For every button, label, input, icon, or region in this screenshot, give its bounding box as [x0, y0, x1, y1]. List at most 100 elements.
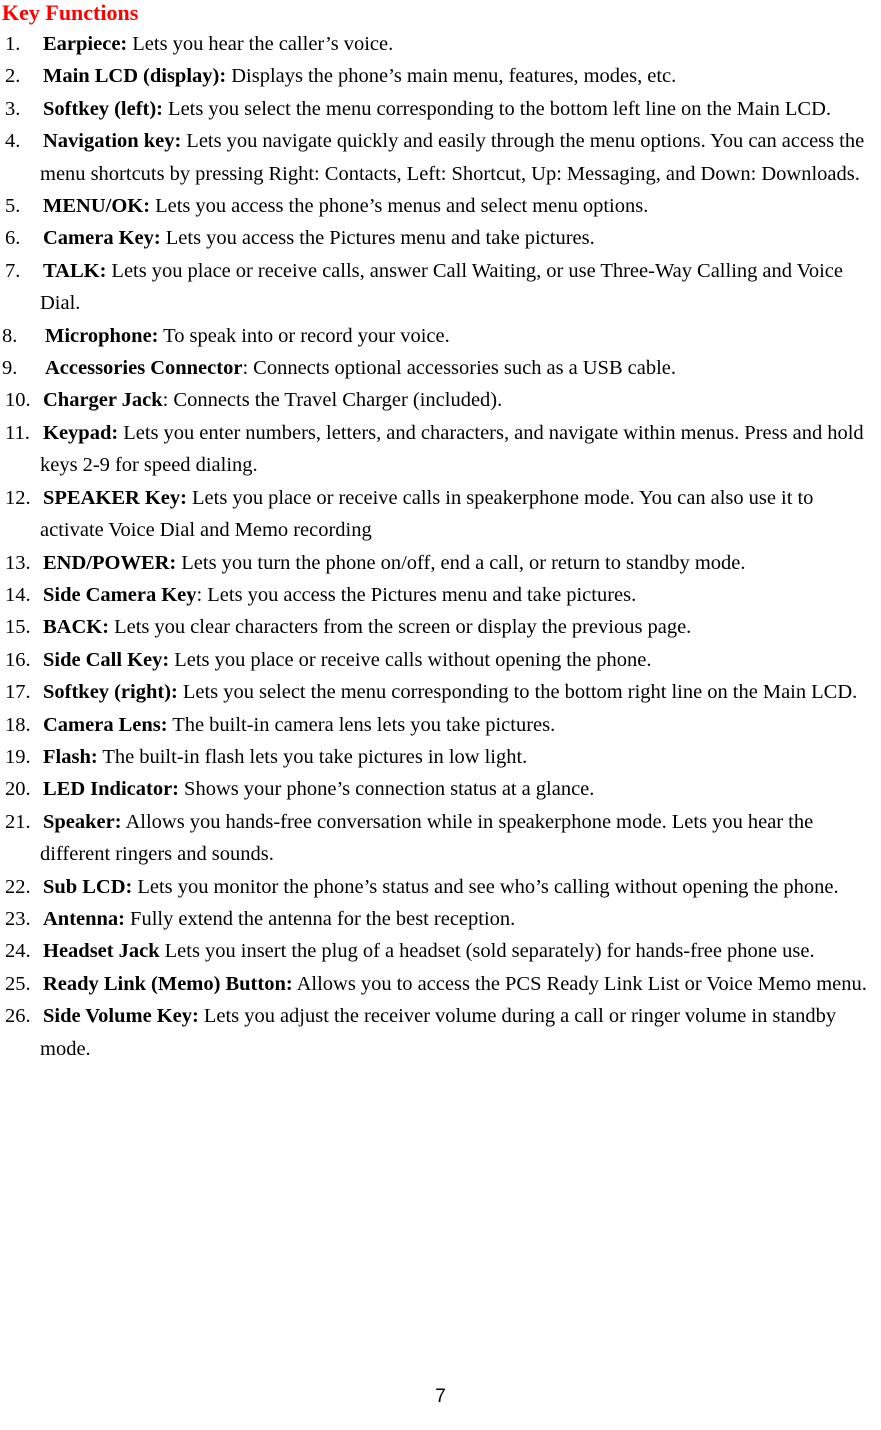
list-item: 1. Earpiece: Lets you hear the caller’s v…	[2, 28, 872, 60]
list-item: 14. Side Camera Key: Lets you access the …	[2, 579, 872, 611]
list-item-term: Side Call Key:	[43, 648, 170, 671]
list-item-description: Lets you access the Pictures menu and ta…	[160, 227, 595, 250]
list-item: 24. Headset Jack Lets you insert the plug…	[2, 935, 872, 967]
list-item-term: Headset Jack	[43, 940, 160, 963]
list-item-number: 13.	[5, 551, 31, 574]
list-item-description: Lets you monitor the phone’s status and …	[132, 875, 839, 898]
list-item-term: Main LCD (display):	[43, 65, 227, 88]
list-item-description: Lets you select the menu corresponding t…	[163, 97, 832, 120]
list-item-description: : Connects optional accessories such as …	[242, 357, 677, 380]
document-page: Key Functions 1. Earpiece: Lets you hear …	[0, 0, 881, 1430]
list-item-description: Allows you to access the PCS Ready Link …	[292, 972, 867, 995]
list-item-number: 14.	[5, 583, 31, 606]
list-item-description: Shows your phone’s connection status at …	[179, 778, 595, 801]
list-item-description: Lets you insert the plug of a headset (s…	[159, 940, 815, 963]
list-item: 15. BACK: Lets you clear characters from …	[2, 611, 872, 643]
list-item-term: SPEAKER Key:	[43, 486, 187, 509]
list-item-description: Lets you turn the phone on/off, end a ca…	[176, 551, 746, 574]
list-item-term: Sub LCD:	[43, 875, 133, 898]
key-functions-list: 1. Earpiece: Lets you hear the caller’s v…	[2, 28, 872, 1065]
list-item-number: 2.	[5, 65, 21, 88]
page-number: 7	[435, 1386, 446, 1407]
list-item-number: 8.	[2, 324, 18, 347]
list-item-number: 9.	[2, 357, 18, 380]
list-item-term: Microphone:	[45, 324, 159, 347]
list-item: 2. Main LCD (display): Displays the phone…	[2, 60, 872, 92]
list-item-number: 12.	[5, 486, 31, 509]
list-item-description: Fully extend the antenna for the best re…	[125, 907, 516, 930]
list-item-term: Softkey (right):	[43, 681, 178, 704]
list-item-term: Speaker:	[43, 810, 122, 833]
list-item-number: 24.	[5, 940, 31, 963]
list-item-number: 25.	[5, 972, 31, 995]
list-item-number: 20.	[5, 778, 31, 801]
list-item-description: Lets you place or receive calls without …	[169, 648, 652, 671]
list-item-number: 11.	[5, 421, 30, 444]
list-item: 8. Microphone: To speak into or record yo…	[2, 320, 872, 352]
list-item-term: Side Camera Key	[43, 583, 197, 606]
list-item-term: LED Indicator:	[43, 778, 180, 801]
list-item: 7. TALK: Lets you place or receive calls,…	[2, 255, 872, 320]
list-item-number: 3.	[5, 97, 21, 120]
list-item-term: END/POWER:	[43, 551, 177, 574]
list-item-number: 7.	[5, 259, 21, 282]
list-item-description: Displays the phone’s main menu, features…	[226, 65, 677, 88]
list-item-description: Lets you hear the caller’s voice.	[127, 33, 394, 55]
list-item-number: 26.	[5, 1005, 31, 1028]
list-item: 10. Charger Jack: Connects the Travel Cha…	[2, 384, 872, 416]
list-item-description: : Lets you access the Pictures menu and …	[196, 583, 637, 606]
list-item: 4. Navigation key: Lets you navigate quic…	[2, 125, 872, 190]
list-item-number: 22.	[5, 875, 31, 898]
list-item: 23. Antenna: Fully extend the antenna for…	[2, 903, 872, 935]
list-item-term: Accessories Connector	[45, 357, 243, 380]
list-item: 26. Side Volume Key: Lets you adjust the …	[2, 1000, 872, 1065]
list-item-term: Camera Lens:	[43, 713, 168, 736]
list-item: 11. Keypad: Lets you enter numbers, lette…	[2, 417, 872, 482]
list-item-description: The built-in flash lets you take picture…	[97, 745, 528, 768]
list-item-term: Charger Jack	[43, 389, 163, 412]
list-item-description: Lets you place or receive calls, answer …	[40, 259, 843, 315]
list-item-number: 1.	[5, 33, 21, 55]
list-item: 3. Softkey (left): Lets you select the me…	[2, 93, 872, 125]
list-item-number: 10.	[5, 389, 31, 412]
list-item-term: Keypad:	[43, 421, 119, 444]
list-item: 21. Speaker: Allows you hands-free conver…	[2, 806, 872, 871]
list-item-number: 19.	[5, 745, 31, 768]
list-item: 6. Camera Key: Lets you access the Pictur…	[2, 222, 872, 254]
list-item: 5. MENU/OK: Lets you access the phone’s m…	[2, 190, 872, 222]
list-item-term: Softkey (left):	[43, 97, 164, 120]
list-item-number: 15.	[5, 616, 31, 639]
list-item-term: Camera Key:	[43, 227, 161, 250]
list-item-description: Lets you access the phone’s menus and se…	[150, 195, 649, 218]
page-title: Key Functions	[2, 0, 139, 25]
list-item-term: Side Volume Key:	[43, 1005, 199, 1028]
list-item-description: Lets you enter numbers, letters, and cha…	[40, 421, 864, 477]
list-item-number: 21.	[5, 810, 31, 833]
list-item-description: The built-in camera lens lets you take p…	[167, 713, 556, 736]
list-item: 25. Ready Link (Memo) Button: Allows you …	[2, 968, 872, 1000]
list-item: 18. Camera Lens: The built-in camera lens…	[2, 709, 872, 741]
list-item-number: 23.	[5, 907, 31, 930]
list-item: 9. Accessories Connector: Connects option…	[2, 352, 872, 384]
list-item: 19. Flash: The built-in flash lets you ta…	[2, 741, 872, 773]
list-item-term: MENU/OK:	[43, 195, 151, 218]
list-item: 17. Softkey (right): Lets you select the …	[2, 676, 872, 708]
list-item-number: 4.	[5, 130, 21, 153]
list-item-number: 5.	[5, 195, 21, 218]
list-item: 22. Sub LCD: Lets you monitor the phone’s…	[2, 871, 872, 903]
list-item-description: Allows you hands-free conversation while…	[40, 810, 814, 866]
list-item: 12. SPEAKER Key: Lets you place or receiv…	[2, 482, 872, 547]
list-item-term: Earpiece:	[43, 33, 128, 55]
list-item: 13. END/POWER: Lets you turn the phone on…	[2, 547, 872, 579]
list-item-number: 18.	[5, 713, 31, 736]
list-item-term: Ready Link (Memo) Button:	[43, 972, 293, 995]
list-item-term: Flash:	[43, 745, 98, 768]
list-item-term: Navigation key:	[43, 130, 182, 153]
list-item-description: Lets you select the menu corresponding t…	[177, 681, 858, 704]
list-item-description: To speak into or record your voice.	[158, 324, 450, 347]
list-item-number: 16.	[5, 648, 31, 671]
list-item-term: Antenna:	[43, 907, 126, 930]
list-item-term: TALK:	[43, 259, 107, 282]
list-item: 16. Side Call Key: Lets you place or rece…	[2, 644, 872, 676]
list-item-description: : Connects the Travel Charger (included)…	[162, 389, 503, 412]
